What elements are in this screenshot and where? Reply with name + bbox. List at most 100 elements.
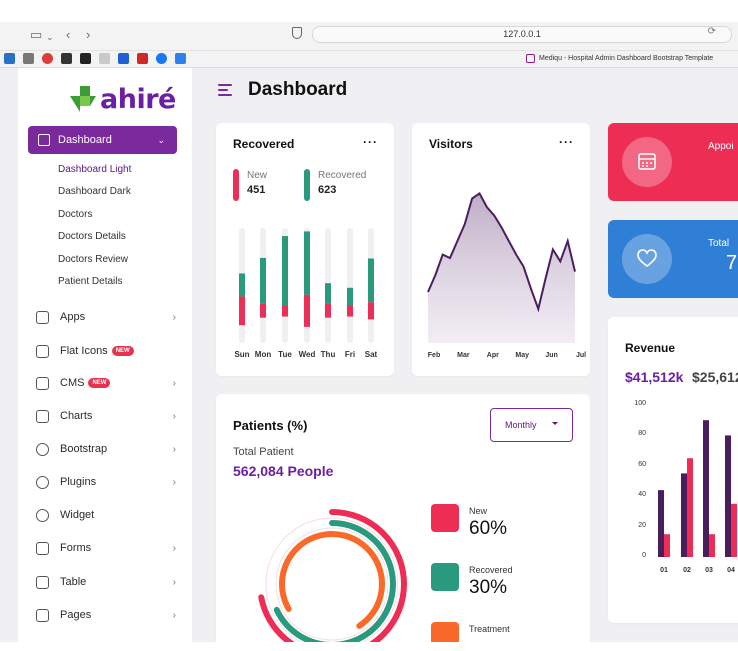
bookmark-icon[interactable]: [99, 53, 110, 64]
browser-toolbar: ▭ ⌄ ‹ › 127.0.0.1 ⟳ Mediqu - Hospital Ad…: [0, 22, 738, 68]
sidebar-item-label: Charts: [60, 410, 93, 422]
stat-label: Total: [708, 238, 730, 249]
chevron-right-icon: ›: [172, 476, 176, 488]
sidebar-item-label: Dashboard: [58, 134, 112, 146]
sidebar-item-flat-icons[interactable]: Flat Icons NEW: [36, 342, 176, 360]
total-stat-card[interactable]: Total 7: [608, 220, 738, 298]
reload-icon[interactable]: ⟳: [708, 26, 716, 37]
recovered-bar-chart: [239, 228, 374, 343]
back-icon[interactable]: ‹: [66, 27, 70, 43]
globe-icon: [36, 442, 49, 456]
revenue-primary: $41,512k: [625, 369, 684, 385]
appointments-stat-card[interactable]: Appoi: [608, 123, 738, 201]
sidebar-item-widget[interactable]: Widget: [36, 506, 176, 524]
chevron-right-icon: ›: [172, 377, 176, 389]
submenu-patient-details[interactable]: Patient Details: [58, 276, 122, 287]
x-tick-label: Mon: [254, 350, 272, 359]
bookmark-icon[interactable]: [137, 53, 148, 64]
patients-radial-chart: [257, 509, 407, 642]
bar-track: [347, 228, 353, 343]
ring-guide: [275, 527, 389, 641]
bar-recovered: [260, 257, 266, 304]
bookmark-icon[interactable]: [42, 53, 53, 64]
bar-new: [282, 305, 288, 317]
revenue-bar-dark: [703, 420, 709, 557]
submenu-doctors-review[interactable]: Doctors Review: [58, 254, 128, 265]
bookmark-icon[interactable]: [4, 53, 15, 64]
sidebar-item-table[interactable]: Table ›: [36, 573, 176, 591]
legend-swatch: [431, 504, 459, 532]
bar-new: [325, 303, 331, 318]
chevron-right-icon: ›: [172, 576, 176, 588]
revenue-bar-dark: [725, 435, 731, 557]
legend-value: 30%: [469, 577, 508, 598]
x-tick-label: Apr: [486, 352, 499, 359]
hamburger-menu-icon[interactable]: [218, 84, 232, 99]
url-bar[interactable]: 127.0.0.1: [312, 26, 732, 43]
bar-recovered: [282, 236, 288, 306]
area-fill: [428, 193, 575, 343]
dropdown-label: Monthly: [505, 420, 537, 430]
sidebar-item-dashboard[interactable]: Dashboard ⌄: [28, 126, 177, 154]
sidebar-item-forms[interactable]: Forms ›: [36, 539, 176, 557]
card-title: Recovered: [233, 137, 295, 151]
document-icon: [36, 344, 49, 358]
chevron-down-icon: ⌄: [157, 134, 165, 145]
bookmark-icon[interactable]: [23, 53, 34, 64]
card-title: Revenue: [625, 341, 676, 355]
x-tick-label: Fri: [344, 350, 356, 359]
bookmark-icon[interactable]: [156, 53, 167, 64]
bookmark-icon[interactable]: [80, 53, 91, 64]
bookmark-icon[interactable]: [118, 53, 129, 64]
chevron-right-icon: ›: [172, 609, 176, 621]
forward-icon[interactable]: ›: [86, 27, 90, 43]
sidebar-item-charts[interactable]: Charts ›: [36, 407, 176, 425]
legend-new: New 451: [233, 169, 267, 201]
sidebar-toggle-icon[interactable]: ▭: [30, 27, 42, 43]
total-patient-value: 562,084 People: [233, 463, 334, 479]
x-tick-label: Sat: [364, 350, 378, 359]
bar-new: [260, 303, 266, 318]
active-tab[interactable]: Mediqu - Hospital Admin Dashboard Bootst…: [526, 54, 713, 63]
bookmark-icon[interactable]: [61, 53, 72, 64]
cms-icon: [36, 376, 49, 390]
bookmark-icon[interactable]: [175, 53, 186, 64]
sidebar-item-plugins[interactable]: Plugins ›: [36, 473, 176, 491]
submenu-doctors[interactable]: Doctors: [58, 209, 92, 220]
legend-value: 623: [318, 184, 337, 196]
more-options-icon[interactable]: ···: [363, 135, 378, 149]
submenu-dashboard-dark[interactable]: Dashboard Dark: [58, 186, 131, 197]
more-options-icon[interactable]: ···: [559, 135, 574, 149]
sidebar: ahiré Dashboard ⌄ Dashboard Light Dashbo…: [18, 68, 192, 642]
browser-window: ▭ ⌄ ‹ › 127.0.0.1 ⟳ Mediqu - Hospital Ad…: [0, 0, 738, 651]
sidebar-item-apps[interactable]: Apps ›: [36, 308, 176, 326]
heart-icon: [622, 234, 672, 284]
chevron-down-icon[interactable]: ⌄: [46, 29, 54, 45]
x-tick-label: 03: [705, 567, 713, 574]
monitor-icon: [36, 310, 49, 324]
sidebar-item-label: Forms: [60, 542, 92, 554]
x-tick-label: May: [515, 352, 529, 359]
dashboard-app: ahiré Dashboard ⌄ Dashboard Light Dashbo…: [0, 68, 738, 642]
monthly-filter-dropdown[interactable]: Monthly: [490, 408, 573, 442]
sidebar-item-label: Bootstrap: [60, 443, 108, 455]
legend-treatment: Treatment: [431, 622, 510, 642]
sidebar-item-label: Table: [60, 576, 87, 588]
legend-label: Recovered: [318, 170, 367, 181]
sidebar-item-bootstrap[interactable]: Bootstrap ›: [36, 440, 176, 458]
legend-label: New: [247, 170, 268, 181]
legend-label: Recovered: [469, 565, 513, 575]
sidebar-item-pages[interactable]: Pages ›: [36, 606, 176, 624]
heart-icon: [36, 475, 49, 489]
submenu-dashboard-light[interactable]: Dashboard Light: [58, 164, 131, 175]
sidebar-item-label: Plugins: [60, 476, 97, 488]
bar-new: [368, 302, 374, 320]
caret-down-icon: [552, 422, 558, 425]
submenu-doctors-details[interactable]: Doctors Details: [58, 231, 126, 242]
sidebar-item-cms[interactable]: CMS NEW ›: [36, 374, 176, 392]
bar-new: [347, 305, 353, 317]
legend-swatch: [431, 622, 459, 642]
revenue-bar-dark: [658, 490, 664, 557]
chevron-right-icon: ›: [172, 542, 176, 554]
logo[interactable]: ahiré: [66, 82, 176, 118]
